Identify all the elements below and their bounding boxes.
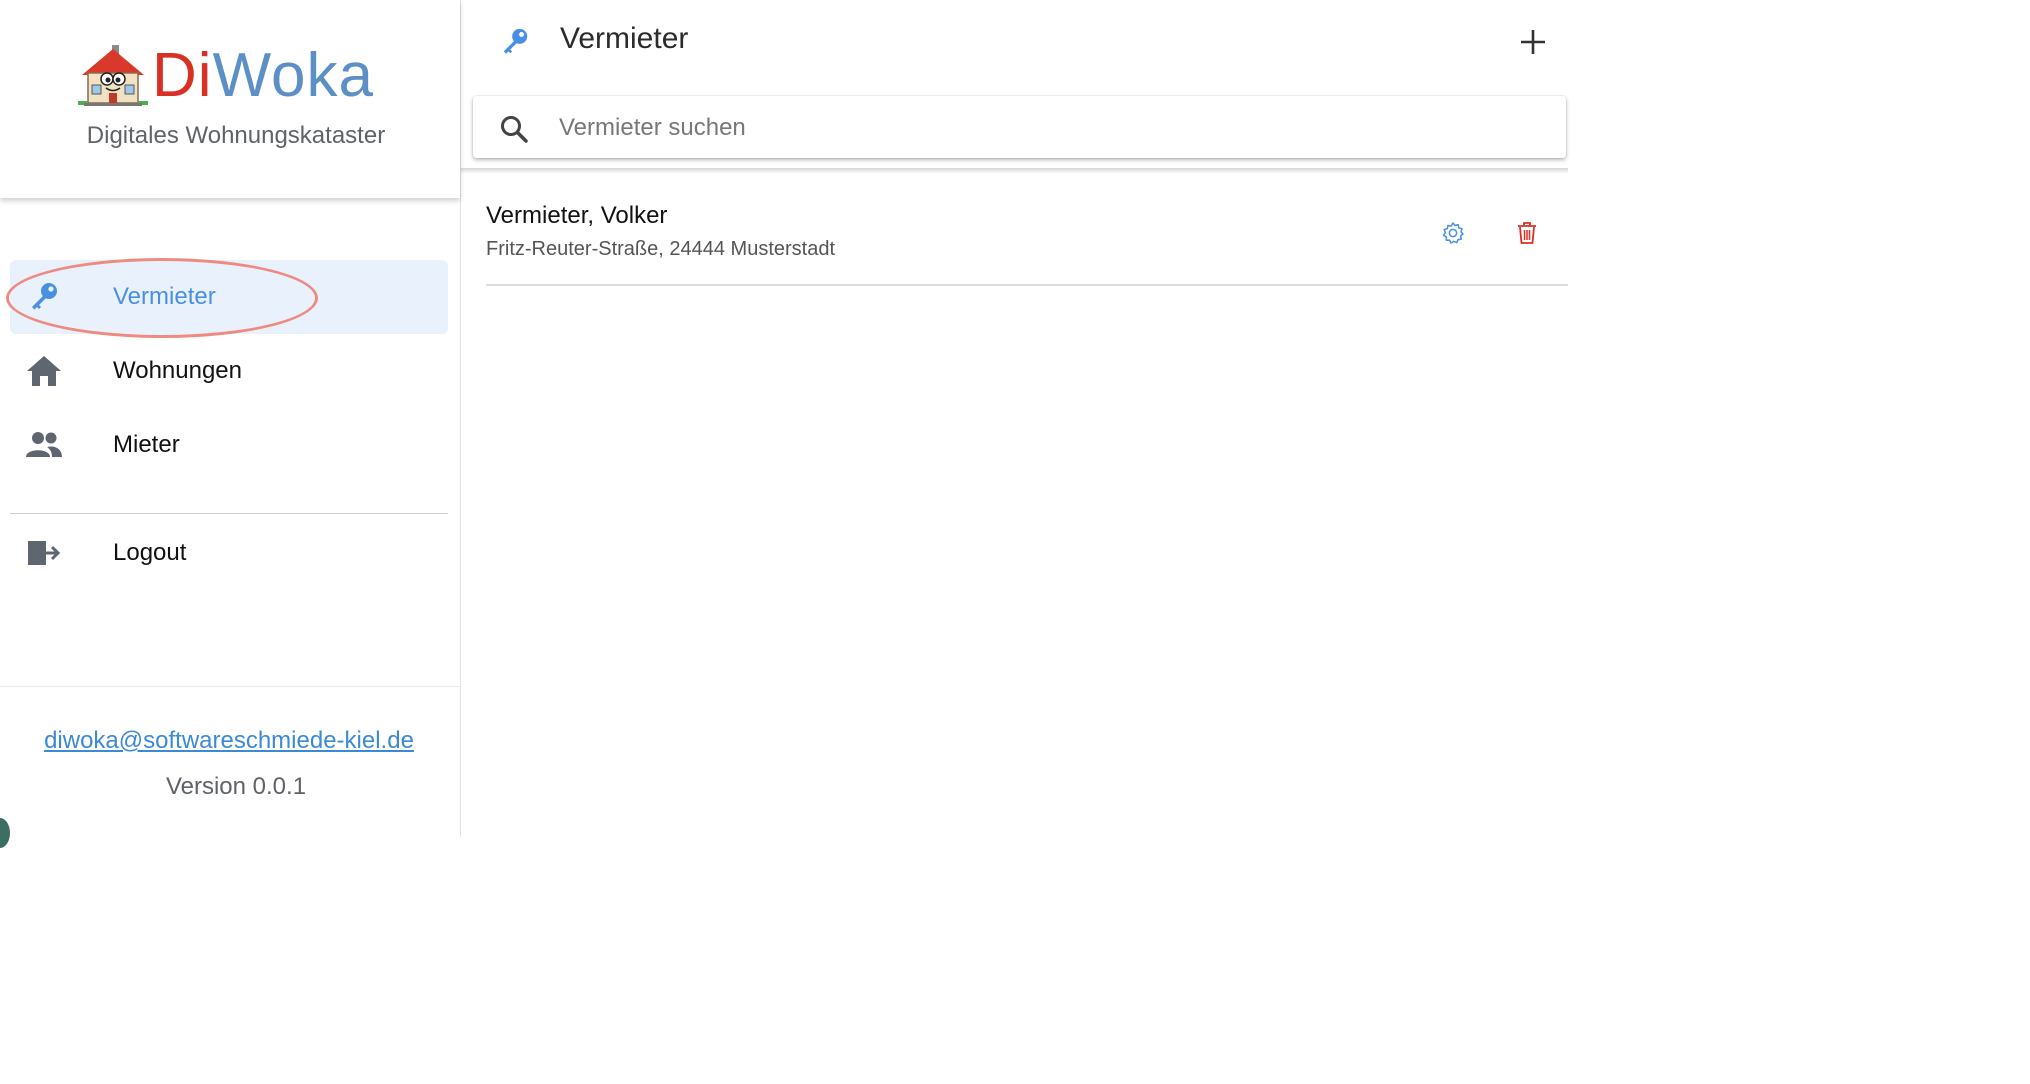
sidebar-item-label: Vermieter <box>113 283 216 310</box>
gear-icon[interactable] <box>1441 221 1465 245</box>
sidebar-item-label: Mieter <box>113 431 180 458</box>
sidebar-item-mieter[interactable]: Mieter <box>10 408 448 482</box>
landlord-address: Fritz-Reuter-Straße, 24444 Musterstadt <box>486 238 836 260</box>
version-label: Version 0.0.1 <box>165 773 307 800</box>
plus-icon[interactable] <box>1517 26 1549 58</box>
sidebar-item-wohnungen[interactable]: Wohnungen <box>10 334 448 408</box>
sidebar: DiWoka Digitales Wohnungskataster Vermie… <box>0 0 461 838</box>
house-logo-icon <box>78 45 148 106</box>
list-item[interactable]: Vermieter, Volker Fritz-Reuter-Straße, 2… <box>486 176 1568 286</box>
sidebar-logout-group: Logout <box>10 516 448 590</box>
logout-label: Logout <box>113 539 187 566</box>
trash-icon[interactable] <box>1516 221 1538 245</box>
main-content: Vermieter Vermieter, Volker Fritz-Reuter… <box>461 0 1568 837</box>
logo-woka: Woka <box>212 41 374 110</box>
sidebar-item-vermieter[interactable]: Vermieter <box>10 260 448 334</box>
sidebar-nav: Vermieter Wohnungen Mieter <box>10 260 448 482</box>
contact-email-link[interactable]: diwoka@softwareschmiede-kiel.de <box>0 727 458 755</box>
key-icon <box>503 28 528 54</box>
brand-header: DiWoka Digitales Wohnungskataster <box>0 0 460 198</box>
search-icon <box>501 116 528 143</box>
home-icon <box>24 352 64 390</box>
logo-di: Di <box>152 41 213 110</box>
page-header: Vermieter <box>461 0 1568 86</box>
logo[interactable]: DiWoka <box>76 40 374 112</box>
page-title: Vermieter <box>560 22 689 55</box>
logout-button[interactable]: Logout <box>10 516 448 590</box>
logout-icon <box>24 534 64 572</box>
landlord-name: Vermieter, Volker <box>486 202 668 229</box>
list-shadow <box>461 168 1568 174</box>
sidebar-footer: diwoka@softwareschmiede-kiel.de Version … <box>0 686 460 838</box>
key-icon <box>24 278 64 316</box>
search-bar <box>473 96 1566 158</box>
people-icon <box>24 426 64 464</box>
sidebar-item-label: Wohnungen <box>113 357 242 384</box>
search-input[interactable] <box>557 106 1541 150</box>
nav-divider <box>10 513 448 514</box>
tagline: Digitales Wohnungskataster <box>86 122 386 149</box>
logo-text: DiWoka <box>152 40 374 112</box>
